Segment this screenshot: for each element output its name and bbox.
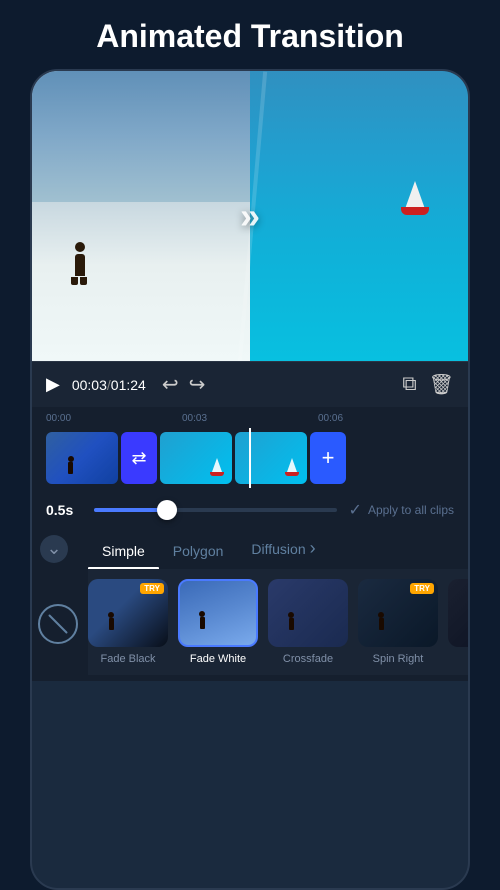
no-effect-icon (48, 614, 68, 634)
add-clip-button[interactable]: + (310, 432, 346, 484)
tab-polygon[interactable]: Polygon (159, 533, 238, 569)
ruler-mark-2: 00:06 (318, 413, 454, 424)
copy-button[interactable]: ⧉ (402, 373, 416, 396)
transition-crossfade[interactable]: Crossfade (268, 579, 348, 665)
slider-thumb[interactable] (157, 500, 177, 520)
try-badge-fade-black: TRY (140, 583, 164, 594)
transition-label-crossfade: Crossfade (283, 653, 333, 665)
phone-shell: » ▶ 00:03/01:24 ↩ ↪ ⧉ 🗑 00:00 00:03 00:0… (30, 69, 470, 890)
transition-arrows: » (244, 198, 256, 234)
transitions-list: TRY Fade Black (88, 569, 468, 675)
duration-value: 0.5s (46, 502, 82, 518)
tabs-row: ⌄ Simple Polygon Diffusion › (32, 528, 468, 569)
playback-icons: ↩ ↪ (162, 372, 206, 397)
ruler-mark-0: 00:00 (46, 413, 182, 424)
category-tabs: Simple Polygon Diffusion › (74, 528, 468, 569)
transition-fade-white[interactable]: Fade White (178, 579, 258, 665)
clip-right-2[interactable] (235, 432, 307, 484)
no-effect-button[interactable] (38, 604, 78, 644)
page-title: Animated Transition (0, 0, 500, 69)
video-preview: » (32, 71, 468, 361)
clip-left[interactable] (46, 432, 118, 484)
video-right (250, 71, 468, 361)
clip-right-1[interactable] (160, 432, 232, 484)
transition-swap-icon: ⇄ (131, 448, 146, 469)
ruler-mark-1: 00:03 (182, 413, 318, 424)
playhead (249, 428, 251, 488)
transition-spin[interactable]: Spin (448, 579, 468, 665)
time-display: 00:03/01:24 (72, 377, 146, 393)
undo-button[interactable]: ↩ (162, 372, 179, 397)
playback-bar: ▶ 00:03/01:24 ↩ ↪ ⧉ 🗑 (32, 361, 468, 407)
play-button[interactable]: ▶ (46, 374, 60, 395)
person-silhouette (71, 242, 89, 280)
apply-all: ✓ Apply to all clips (349, 500, 454, 520)
try-badge-spin-right: TRY (410, 583, 434, 594)
bottom-bar: TRY Fade Black (32, 569, 468, 681)
transition-marker[interactable]: ⇄ (121, 432, 157, 484)
transition-label-fade-black: Fade Black (100, 653, 155, 665)
timeline-ruler: 00:00 00:03 00:06 (32, 413, 468, 424)
timeline-track[interactable]: ⇄ + (32, 428, 468, 488)
more-icon: › (310, 538, 316, 559)
video-left (32, 71, 250, 361)
transition-fade-black[interactable]: TRY Fade Black (88, 579, 168, 665)
chevron-down-icon: ⌄ (46, 538, 61, 559)
video-split: » (32, 71, 468, 361)
delete-button[interactable]: 🗑 (429, 372, 454, 397)
apply-check-icon: ✓ (349, 500, 362, 520)
tab-diffusion[interactable]: Diffusion › (237, 528, 329, 569)
transition-label-spin-right: Spin Right (373, 653, 424, 665)
transition-label-fade-white: Fade White (190, 653, 246, 665)
timeline-area: 00:00 00:03 00:06 ⇄ (32, 407, 468, 492)
redo-button[interactable]: ↪ (189, 372, 206, 397)
boat (401, 181, 429, 215)
duration-bar: 0.5s ✓ Apply to all clips (32, 492, 468, 528)
apply-all-label: Apply to all clips (368, 503, 454, 517)
add-icon: + (322, 445, 335, 471)
total-time: 01:24 (111, 377, 146, 393)
tab-simple[interactable]: Simple (88, 533, 159, 569)
duration-slider[interactable] (94, 508, 337, 512)
collapse-button[interactable]: ⌄ (40, 535, 68, 563)
transition-spin-right[interactable]: TRY Spin Right (358, 579, 438, 665)
current-time: 00:03 (72, 377, 107, 393)
